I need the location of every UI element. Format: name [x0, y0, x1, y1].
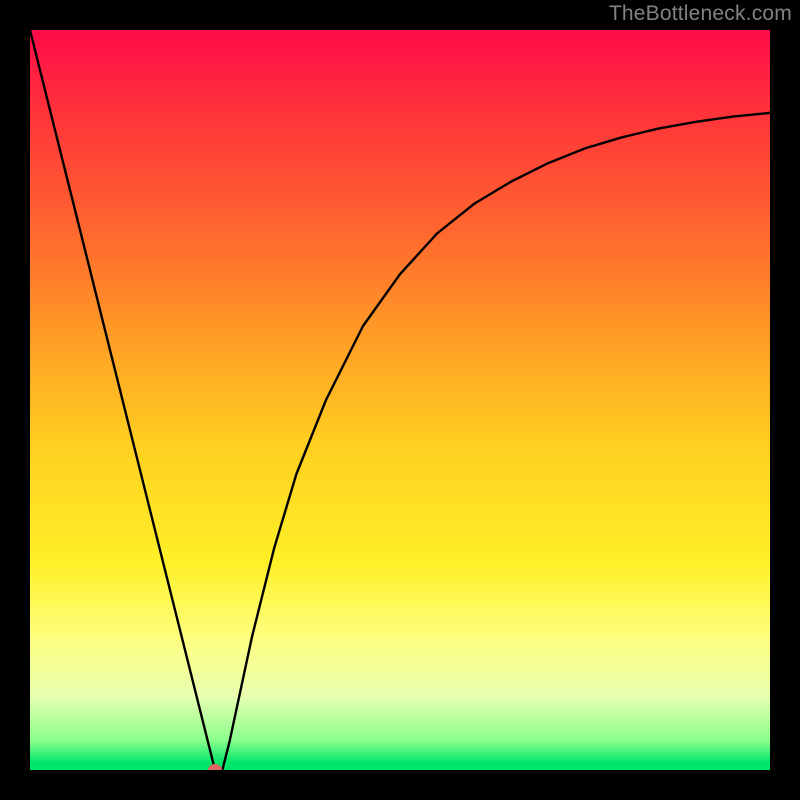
- bottleneck-curve: [30, 30, 770, 770]
- watermark-text: TheBottleneck.com: [609, 2, 792, 26]
- minimum-marker: [208, 764, 222, 770]
- plot-area: [30, 30, 770, 770]
- chart-frame: TheBottleneck.com: [0, 0, 800, 800]
- curve-svg: [30, 30, 770, 770]
